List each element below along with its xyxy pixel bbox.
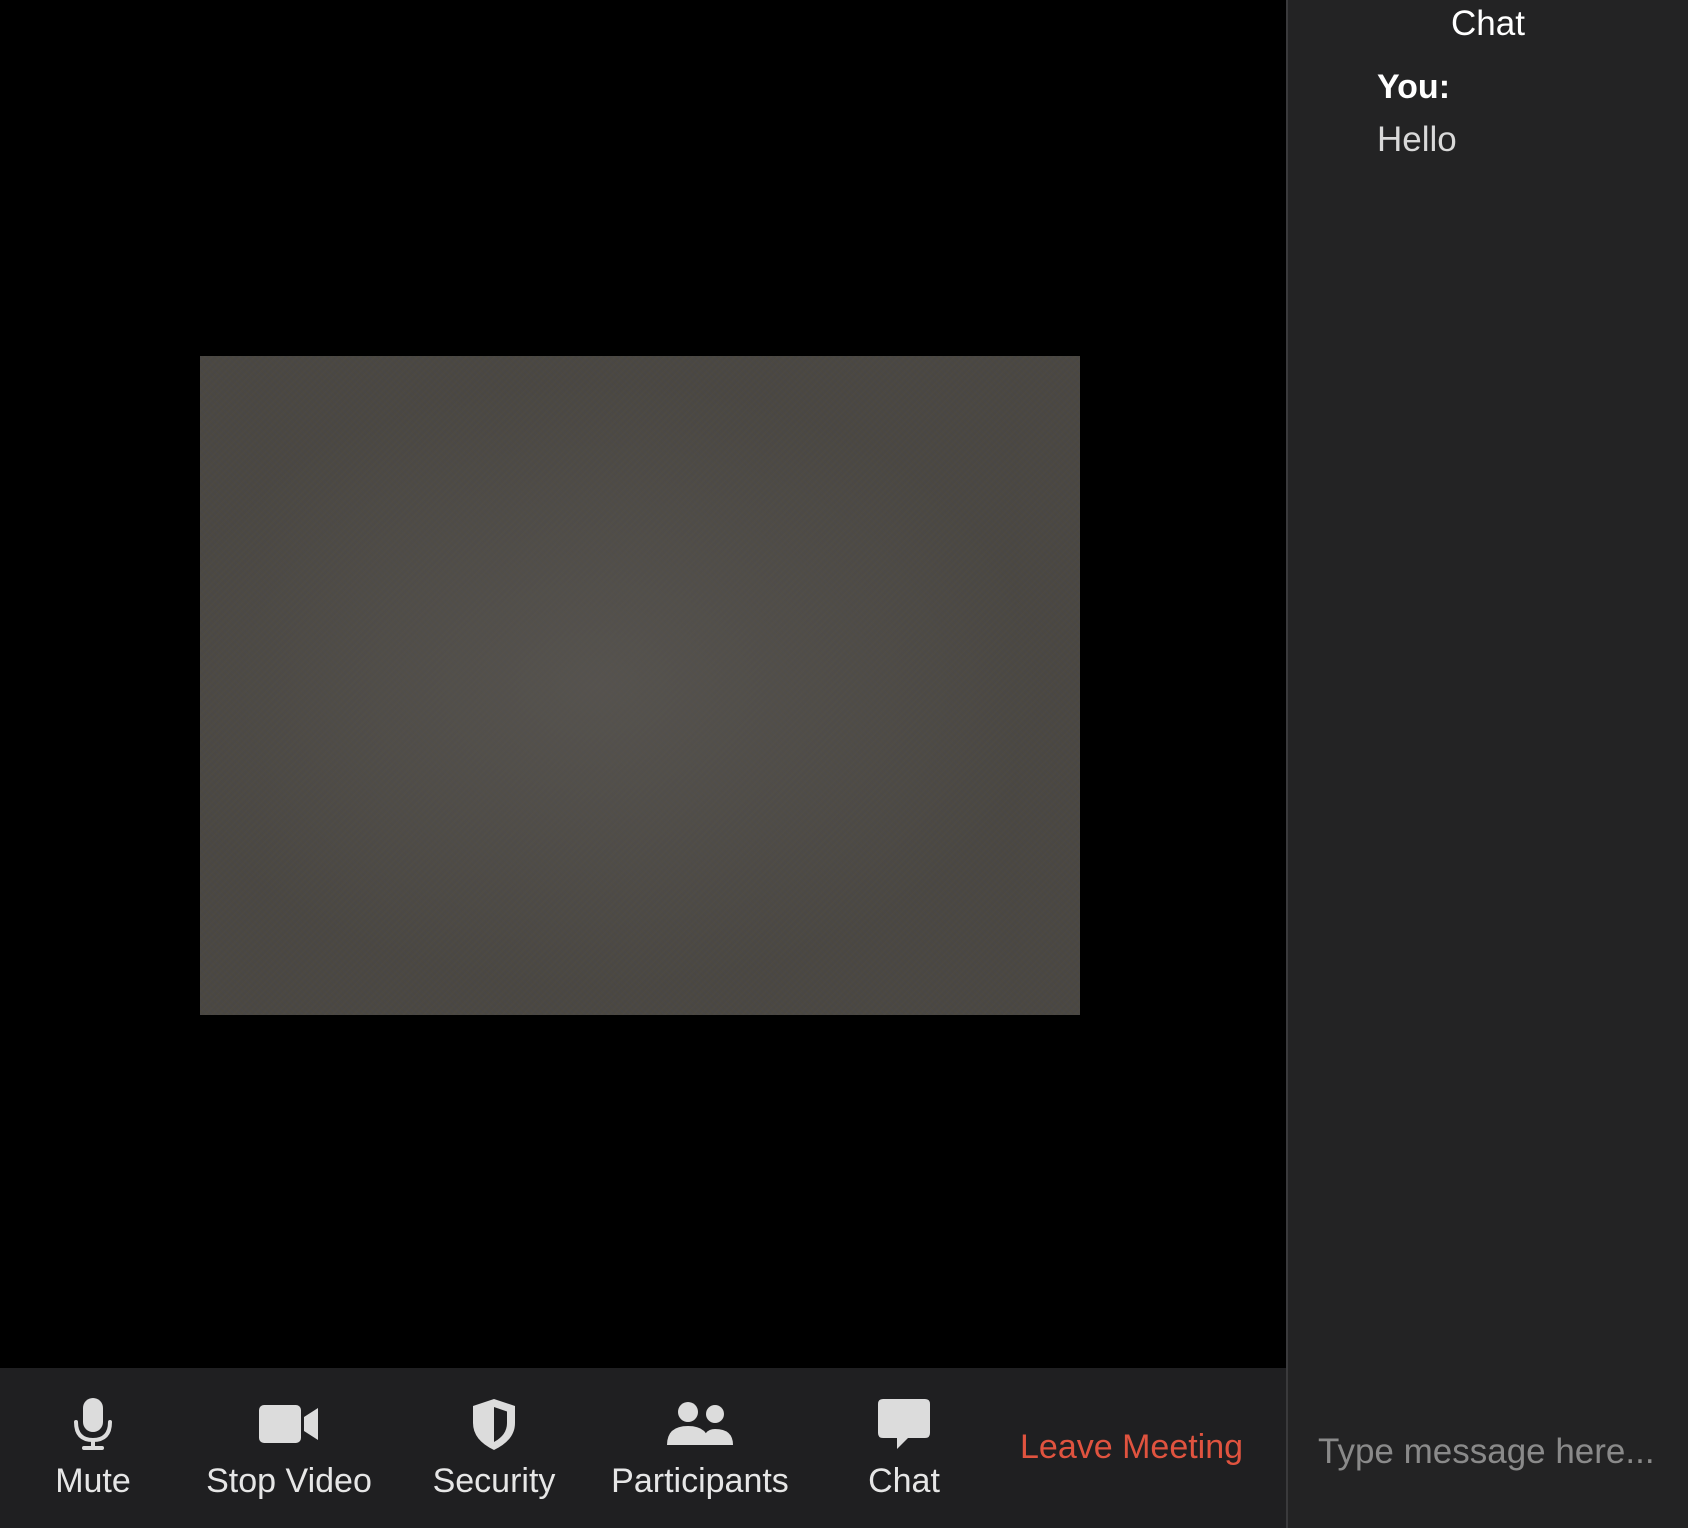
main-area: Mute Stop Video Security Participants Ch… <box>0 0 1286 1528</box>
chat-panel: Chat You: Hello <box>1288 0 1688 1528</box>
chat-bubble-icon <box>876 1396 932 1452</box>
video-feed <box>200 356 1080 1015</box>
chat-message-text: Hello <box>1377 120 1457 159</box>
video-camera-icon <box>258 1396 320 1452</box>
security-label: Security <box>432 1462 556 1500</box>
chat-panel-title: Chat <box>1451 4 1525 43</box>
meeting-window: Mute Stop Video Security Participants Ch… <box>0 0 1688 1528</box>
mute-label: Mute <box>55 1462 131 1500</box>
participants-label: Participants <box>611 1462 789 1500</box>
leave-meeting-button[interactable]: Leave Meeting <box>1020 1428 1243 1467</box>
chat-message-input[interactable] <box>1318 1422 1678 1482</box>
video-area <box>0 0 1286 1368</box>
shield-icon <box>469 1396 519 1452</box>
meeting-toolbar: Mute Stop Video Security Participants Ch… <box>0 1368 1286 1528</box>
stop-video-button[interactable]: Stop Video <box>200 1368 378 1528</box>
microphone-icon <box>71 1396 115 1452</box>
chat-button[interactable]: Chat <box>858 1368 950 1528</box>
participants-button[interactable]: Participants <box>605 1368 795 1528</box>
mute-button[interactable]: Mute <box>40 1368 146 1528</box>
participants-icon <box>665 1396 735 1452</box>
chat-label: Chat <box>868 1462 940 1500</box>
chat-message-sender: You: <box>1377 68 1451 106</box>
security-button[interactable]: Security <box>428 1368 560 1528</box>
stop-video-label: Stop Video <box>206 1462 372 1500</box>
